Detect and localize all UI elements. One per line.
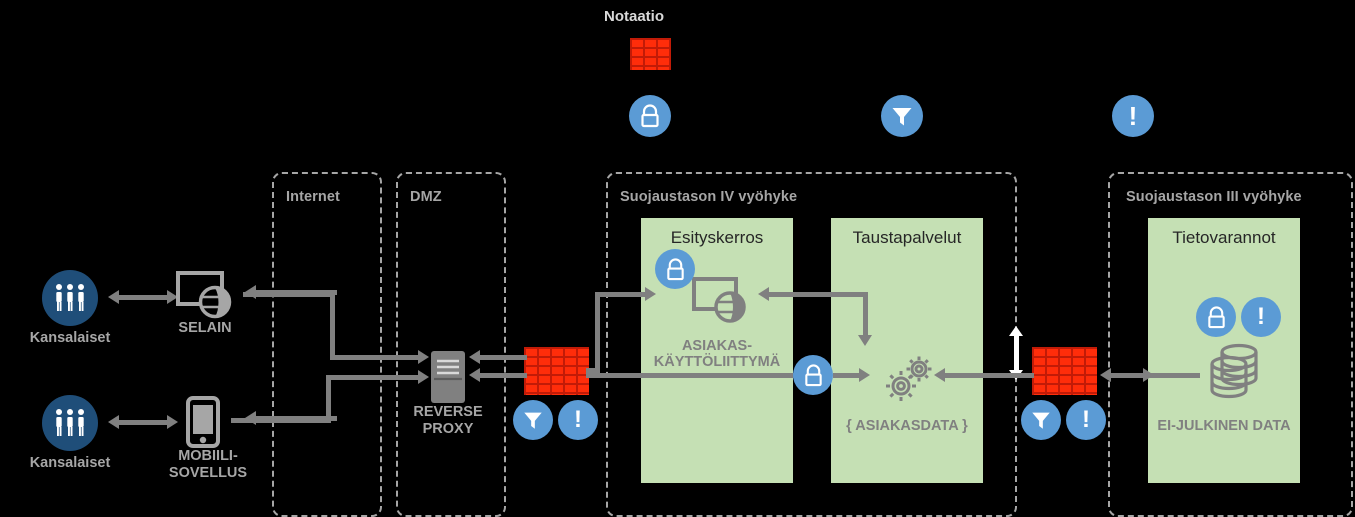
arrow-down: [858, 335, 872, 346]
connector-browser-out-h2: [330, 355, 420, 360]
connector-fw-backend-h: [586, 373, 801, 378]
actor-label-bottom: Kansalaiset: [29, 455, 111, 471]
exclamation-glyph: !: [574, 406, 582, 433]
box-taustapalvelut: Taustapalvelut { ASIAKASDATA }: [831, 218, 983, 483]
connector-fw-proxy-2: [479, 373, 527, 378]
lock-badge-backend-link: [793, 355, 833, 395]
firewall-dmz-icon: [524, 347, 589, 395]
people-icon-top: [42, 270, 98, 326]
browser-icon: [176, 271, 234, 324]
actor-label-top: Kansalaiset: [29, 330, 111, 346]
gears-icon: [880, 355, 936, 410]
box-esityskerros-caption: ASIAKAS- KÄYTTÖLIITTYMÄ: [653, 338, 781, 371]
connector-fw2-backend-h: [944, 373, 1034, 378]
notation-exclamation-icon: !: [1112, 95, 1154, 137]
arrow-left: [758, 287, 769, 301]
mobile-icon: [186, 396, 220, 453]
connector-fw-esitys-h: [595, 292, 647, 297]
server-icon: [430, 350, 466, 409]
exclamation-badge-dmz: !: [558, 400, 598, 440]
arrow-right: [645, 287, 656, 301]
notation-title: Notaatio: [604, 8, 664, 25]
arrow-right: [1143, 368, 1154, 382]
arrow-left: [1100, 368, 1111, 382]
arrow-right: [167, 415, 178, 429]
exclamation-glyph: !: [1257, 303, 1265, 330]
reverse-proxy-label: REVERSE PROXY: [413, 404, 483, 437]
notation-filter-icon: [881, 95, 923, 137]
zone-suojaustaso-iv-label: Suojaustason IV vyöhyke: [620, 189, 798, 205]
arrow-right: [418, 350, 429, 364]
arrow-left: [108, 290, 119, 304]
box-taustapalvelut-title: Taustapalvelut: [852, 228, 962, 247]
browser-globe-icon: [692, 277, 748, 328]
zone-boundary-arrow: [1014, 335, 1019, 371]
zone-internet-label: Internet: [286, 189, 340, 205]
connector-return-browser-h: [255, 290, 337, 295]
connector-lock-backend-h: [833, 373, 861, 378]
box-tietovarannot-title: Tietovarannot: [1172, 228, 1276, 247]
connector-mobile-out-h2: [326, 375, 420, 380]
notation-lock-icon: [629, 95, 671, 137]
database-icon: [1207, 340, 1269, 407]
connector-backend-esitys-h: [768, 292, 868, 297]
zone-internet: [272, 172, 382, 517]
arrow-left: [469, 368, 480, 382]
box-esityskerros-title: Esityskerros: [670, 228, 764, 247]
connector-fw-up-v: [595, 292, 600, 373]
box-tietovarannot-caption: EI-JULKINEN DATA: [1157, 418, 1291, 434]
architecture-diagram: Notaatio ! Internet DMZ Suojaustason IV …: [0, 0, 1355, 517]
connector-fw-proxy-1: [479, 355, 527, 360]
arrow-left: [934, 368, 945, 382]
zone-dmz: [396, 172, 506, 517]
box-taustapalvelut-caption: { ASIAKASDATA }: [846, 418, 968, 434]
zone-dmz-label: DMZ: [410, 189, 442, 205]
arrow-right: [859, 368, 870, 382]
exclamation-glyph: !: [1128, 101, 1138, 131]
client-label-browser: SELAIN: [178, 320, 232, 336]
client-label-mobile: MOBIILI- SOVELLUS: [168, 448, 248, 481]
exclamation-badge-backend: !: [1066, 400, 1106, 440]
zone-suojaustaso-iii-label: Suojaustason III vyöhyke: [1126, 189, 1302, 205]
connector-actor-mobile: [118, 420, 168, 425]
connector-data-fw2-h: [1110, 373, 1200, 378]
filter-badge-backend: [1021, 400, 1061, 440]
firewall-backend-icon: [1032, 347, 1097, 395]
filter-badge-dmz: [513, 400, 553, 440]
lock-badge-esityskerros: [655, 249, 695, 289]
exclamation-badge-tietovarannot: !: [1241, 297, 1281, 337]
arrow-up-white: [1009, 326, 1023, 336]
arrow-left: [245, 285, 256, 299]
lock-badge-tietovarannot: [1196, 297, 1236, 337]
notation-firewall-icon: [630, 38, 671, 70]
connector-browser-out-v: [330, 292, 335, 360]
connector-actor-browser: [118, 295, 168, 300]
exclamation-glyph: !: [1082, 406, 1090, 433]
arrow-left: [469, 350, 480, 364]
connector-return-mobile-h: [255, 416, 337, 421]
connector-esitys-backend-v: [863, 292, 868, 337]
arrow-left: [245, 411, 256, 425]
arrow-right: [418, 370, 429, 384]
people-icon-bottom: [42, 395, 98, 451]
arrow-left: [108, 415, 119, 429]
